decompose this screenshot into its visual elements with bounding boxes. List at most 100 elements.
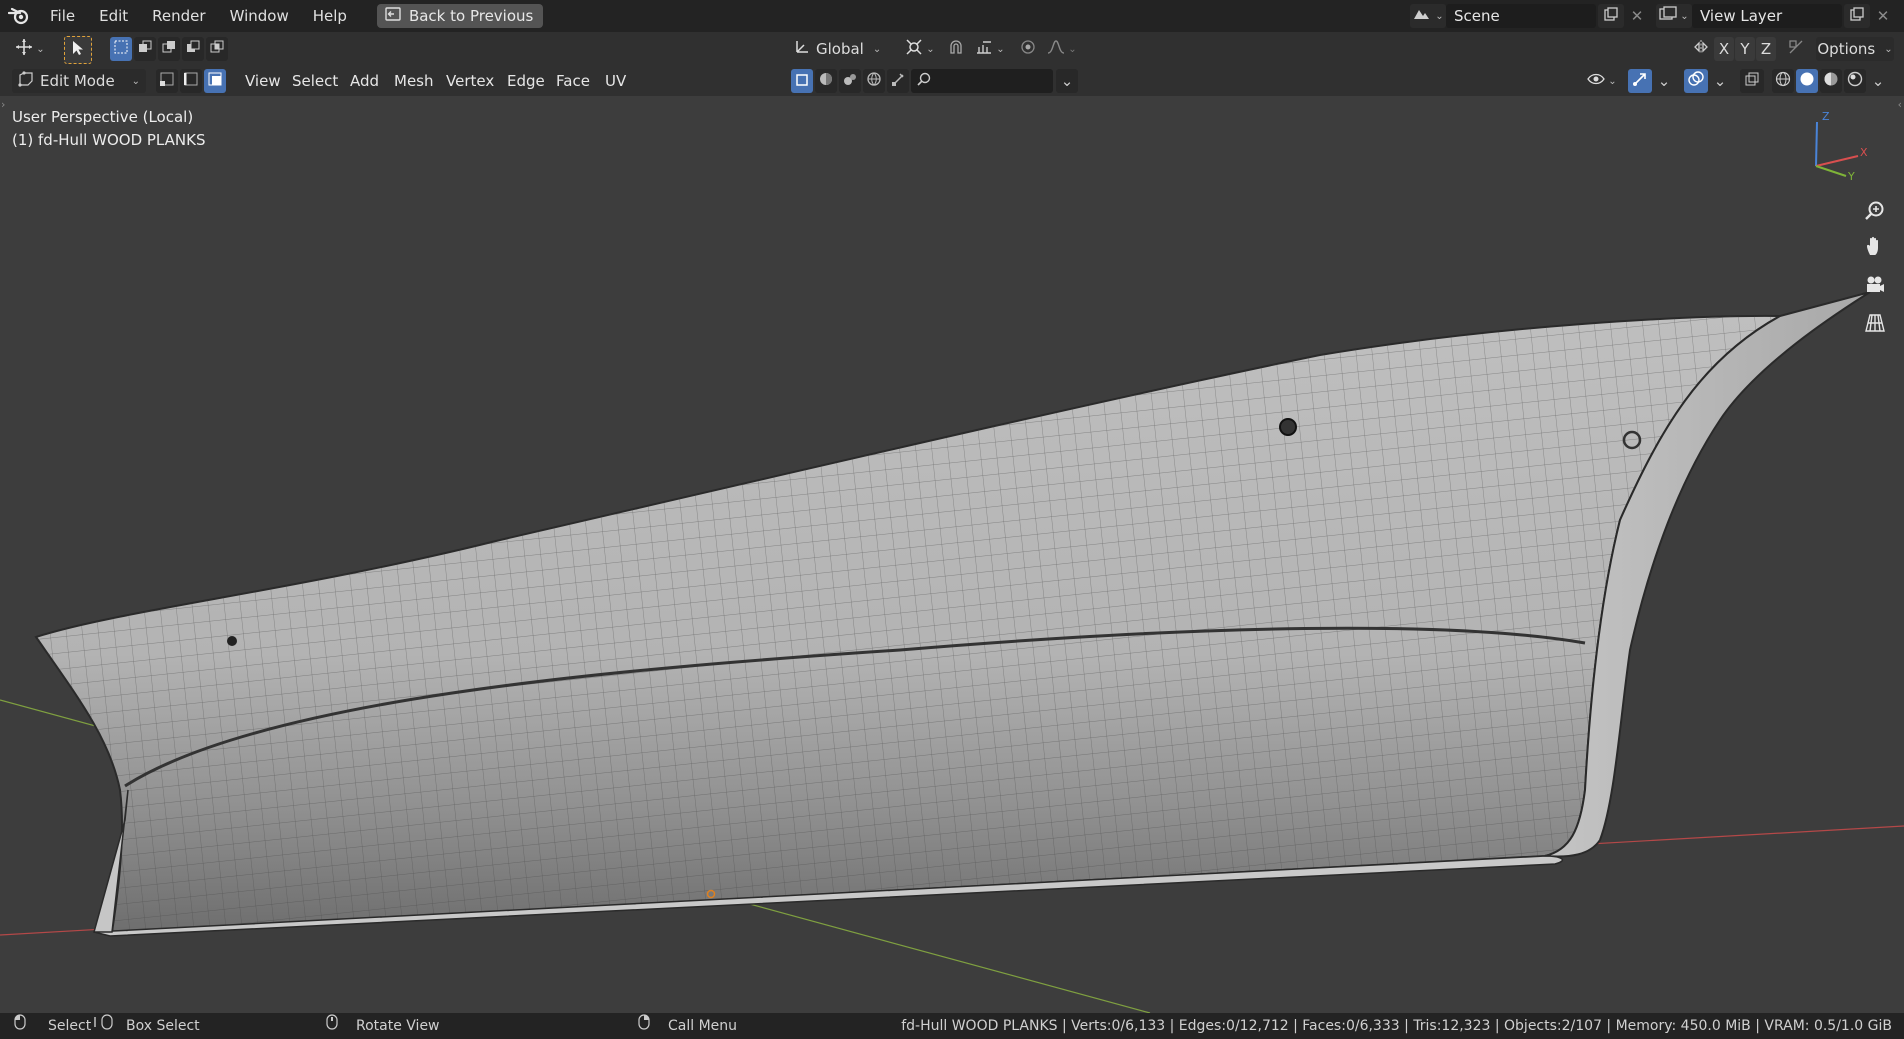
menu-window[interactable]: Window <box>218 0 301 32</box>
overlays-toggle[interactable] <box>1684 69 1708 93</box>
tool-settings-bar: ⌄ Global ⌄ ⌄ ⌄ ⌄ X Y Z Options ⌄ <box>0 32 1904 66</box>
mouse-right-icon <box>638 1013 650 1039</box>
search-field[interactable] <box>911 69 1053 93</box>
status-call-menu-label: Call Menu <box>668 1018 738 1034</box>
navigation-gizmo[interactable]: Z X Y <box>1800 110 1880 190</box>
chevron-down-icon: ⌄ <box>1884 43 1893 55</box>
search-options-button[interactable]: ⌄ <box>1056 69 1078 93</box>
mirror-options-button[interactable] <box>1690 37 1712 61</box>
view-layer-name-field[interactable]: View Layer <box>1692 4 1842 28</box>
face-select-mode-button[interactable] <box>204 69 226 93</box>
brush-icon <box>891 72 905 90</box>
select-intersect-icon <box>210 40 224 58</box>
chevron-down-icon: ⌄ <box>1680 10 1689 22</box>
editor-type-button[interactable]: ⌄ <box>10 37 50 61</box>
select-mode-extend-button[interactable] <box>134 37 156 61</box>
menu-mesh[interactable]: Mesh <box>384 68 444 94</box>
select-mode-intersect-button[interactable] <box>206 37 228 61</box>
duplicate-icon <box>1850 7 1864 25</box>
menu-render[interactable]: Render <box>140 0 217 32</box>
3d-viewport[interactable]: User Perspective (Local) (1) fd-Hull WOO… <box>0 96 1904 1013</box>
menu-vertex[interactable]: Vertex <box>436 68 504 94</box>
select-subtract-icon <box>162 40 176 58</box>
shading-material-button[interactable] <box>1820 69 1842 93</box>
falloff-curve-icon <box>1047 39 1065 59</box>
hand-icon <box>1864 235 1886 261</box>
toolbar-expand-arrow-icon[interactable]: › <box>1 98 5 111</box>
square-select-icon <box>796 72 808 90</box>
menu-add[interactable]: Add <box>340 68 389 94</box>
active-object-label: (1) fd-Hull WOOD PLANKS <box>12 131 206 149</box>
menu-select[interactable]: Select <box>282 68 348 94</box>
remove-view-layer-button[interactable]: ✕ <box>1870 4 1896 28</box>
proportional-falloff-dropdown[interactable]: ⌄ <box>1042 37 1082 61</box>
mirror-x-toggle[interactable]: X <box>1714 37 1734 61</box>
hull-wireframe <box>36 315 1780 933</box>
transform-orientation-dropdown[interactable]: Global ⌄ <box>794 37 890 61</box>
menu-uv[interactable]: UV <box>595 68 636 94</box>
shading-options-dropdown[interactable]: ⌄ <box>1868 69 1888 93</box>
face-mode-icon <box>208 72 222 90</box>
edge-mode-icon <box>183 72 198 90</box>
menu-edit[interactable]: Edit <box>87 0 140 32</box>
mirror-y-toggle[interactable]: Y <box>1735 37 1755 61</box>
camera-view-button[interactable] <box>1860 272 1890 302</box>
scene-name-field[interactable]: Scene <box>1446 4 1596 28</box>
material-sphere-icon <box>819 72 833 90</box>
select-mode-subtract-button[interactable] <box>158 37 180 61</box>
xray-toggle[interactable] <box>1740 69 1764 93</box>
menu-face[interactable]: Face <box>546 68 600 94</box>
select-new-icon <box>114 40 128 58</box>
rendered-sphere-icon <box>1847 71 1863 91</box>
mouse-drag-icon <box>94 1013 114 1039</box>
porthole-marker <box>1279 418 1297 436</box>
gizmo-y-label: Y <box>1848 170 1855 183</box>
mode-dropdown[interactable]: Edit Mode ⌄ <box>12 69 146 93</box>
vertex-select-mode-button[interactable] <box>156 69 178 93</box>
topology-mirror-toggle[interactable] <box>1784 37 1808 61</box>
pan-button[interactable] <box>1860 233 1890 263</box>
world-filter-button[interactable] <box>863 69 885 93</box>
scene-browse-button[interactable]: ⌄ <box>1410 4 1446 28</box>
select-mode-new-button[interactable] <box>110 37 132 61</box>
snap-target-dropdown[interactable]: ⌄ <box>970 37 1010 61</box>
object-visibility-dropdown[interactable]: ⌄ <box>1584 69 1620 93</box>
pivot-point-dropdown[interactable]: ⌄ <box>902 37 938 61</box>
gizmo-options-dropdown[interactable]: ⌄ <box>1654 69 1674 93</box>
filter-object-types-button[interactable] <box>791 69 813 93</box>
back-to-previous-button[interactable]: Back to Previous <box>376 4 544 28</box>
menu-help[interactable]: Help <box>301 0 359 32</box>
new-view-layer-button[interactable] <box>1844 4 1870 28</box>
view-layer-icon <box>1659 6 1677 26</box>
brush-filter-button[interactable] <box>887 69 909 93</box>
chevron-down-icon: ⌄ <box>1060 72 1074 90</box>
gizmo-toggle[interactable] <box>1628 69 1652 93</box>
transform-orientation-label: Global <box>816 40 864 58</box>
proportional-editing-toggle[interactable] <box>1016 37 1040 61</box>
edge-select-mode-button[interactable] <box>180 69 202 93</box>
view-layer-browse-button[interactable]: ⌄ <box>1656 4 1692 28</box>
mirror-z-toggle[interactable]: Z <box>1756 37 1776 61</box>
zoom-button[interactable] <box>1860 198 1890 228</box>
snap-toggle[interactable] <box>944 37 968 61</box>
overlays-options-dropdown[interactable]: ⌄ <box>1710 69 1730 93</box>
sidebar-expand-arrow-icon[interactable]: ‹ <box>1898 98 1902 111</box>
close-icon: ✕ <box>1630 7 1644 25</box>
new-scene-button[interactable] <box>1598 4 1624 28</box>
camera-icon <box>1864 274 1886 300</box>
toggle-perspective-button[interactable] <box>1860 310 1890 340</box>
texture-filter-button[interactable] <box>839 69 861 93</box>
status-call-menu-hint: Call Menu <box>638 1013 737 1039</box>
shading-wireframe-button[interactable] <box>1772 69 1794 93</box>
options-dropdown[interactable]: Options ⌄ <box>1816 37 1894 61</box>
select-mode-difference-button[interactable] <box>182 37 204 61</box>
remove-scene-button[interactable]: ✕ <box>1624 4 1650 28</box>
menu-file[interactable]: File <box>38 0 87 32</box>
shading-rendered-button[interactable] <box>1844 69 1866 93</box>
blender-logo-icon[interactable] <box>0 0 38 32</box>
select-tool-button[interactable] <box>64 36 92 64</box>
material-filter-button[interactable] <box>815 69 837 93</box>
shading-solid-button[interactable] <box>1796 69 1818 93</box>
chevron-down-icon: ⌄ <box>926 43 935 55</box>
chevron-down-icon: ⌄ <box>996 43 1005 55</box>
